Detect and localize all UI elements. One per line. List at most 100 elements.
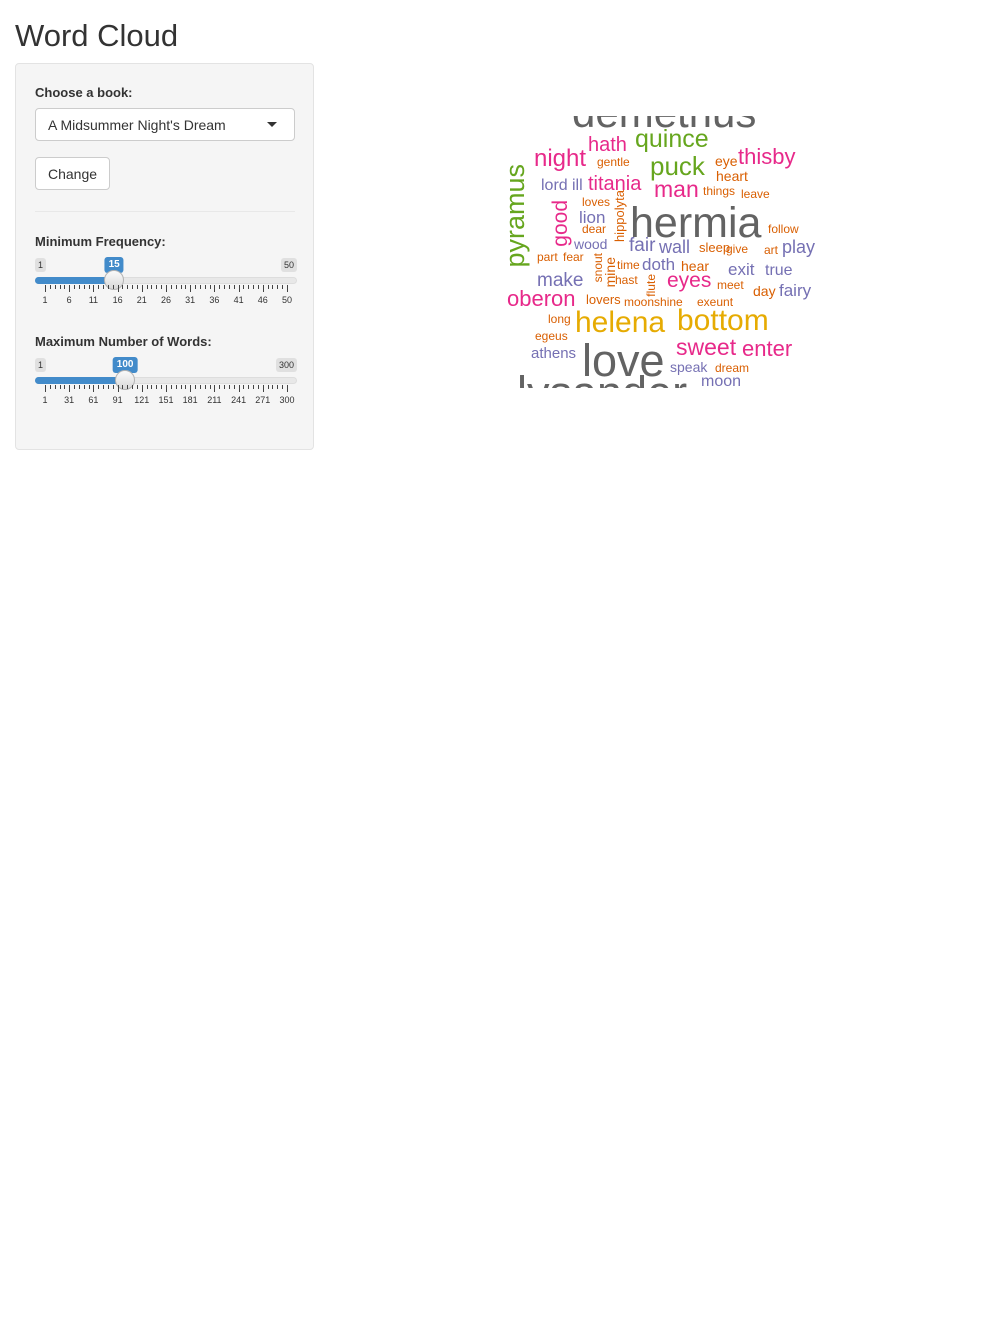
cloud-word: dear [582,222,607,236]
cloud-word: play [782,237,816,257]
slider-minor-tick [161,385,163,389]
slider-minor-tick [98,285,100,289]
cloud-word: good [549,200,572,247]
slider-tick-label: 50 [281,295,293,305]
slider-tick-label: 11 [88,295,99,305]
slider-major-tick [214,285,216,292]
slider-minor-tick [267,285,269,289]
slider-minor-tick [185,285,187,289]
cloud-word: quince [635,125,709,153]
cloud-word: fairy [779,281,812,300]
cloud-word: bottom [677,304,769,337]
slider-minor-tick [59,285,61,289]
slider-tick-label: 26 [160,295,172,305]
slider-minor-tick [49,385,51,389]
slider-minor-tick [228,285,230,289]
cloud-word: oberon [507,286,576,311]
slider-minor-tick [272,285,274,289]
slider-max-value: 300 [275,358,297,372]
slider-minor-tick [78,285,80,289]
slider-minor-tick [209,285,211,289]
cloud-word: day [753,283,776,299]
page-title: Word Cloud [15,18,179,53]
word-cloud: demetriushathquincenightgentlepuckeyethi… [500,116,830,388]
slider-minor-tick [146,385,148,389]
cloud-word: hast [615,273,638,287]
slider-minor-tick [257,285,259,289]
cloud-word: loves [582,195,611,209]
cloud-word: sweet [676,334,737,360]
slider-major-tick [287,385,288,392]
slider-minor-tick [151,385,153,389]
slider-major-tick [262,285,264,292]
slider-major-tick [141,385,143,392]
max-words-slider[interactable]: 1 300 100 1 31 61 91 121 151 181 211 241 271 300 [35,357,297,418]
slider-minor-tick [272,385,274,389]
slider-minor-tick [253,285,255,289]
slider-minor-tick [204,385,206,389]
slider-major-tick [93,385,95,392]
book-select[interactable]: A Midsummer Night's Dream [35,108,295,141]
cloud-word: pyramus [500,164,530,268]
slider-tick-label: 241 [231,395,247,405]
slider-minor-tick [74,285,76,289]
slider-min-value: 1 [35,258,47,272]
slider-minor-tick [233,385,235,389]
cloud-word: lord [541,177,568,194]
slider-minor-tick [282,285,284,289]
slider-minor-tick [151,285,153,289]
slider-minor-tick [78,385,80,389]
cloud-word: eye [715,153,738,169]
slider-major-tick [190,385,192,392]
slider-major-tick [69,285,71,292]
cloud-word: ill [572,177,583,194]
slider-max-value: 50 [280,258,297,272]
slider-tick-label: 6 [66,295,72,305]
slider-major-tick [166,285,167,292]
cloud-word: exit [728,260,755,279]
slider-minor-tick [199,285,201,289]
cloud-word: give [726,242,749,256]
chevron-down-icon [267,122,277,127]
cloud-word: man [654,176,699,202]
cloud-word: time [617,258,640,272]
slider-major-tick [262,385,264,392]
slider-fill [35,377,126,384]
slider-tick-label: 1 [42,395,48,405]
slider-minor-tick [156,285,158,289]
slider-minor-tick [195,385,197,389]
slider-major-tick [214,385,216,392]
slider-minor-tick [243,385,245,389]
slider-minor-tick [219,385,221,389]
slider-minor-tick [54,285,56,289]
slider-major-tick [93,285,95,292]
slider-major-tick [45,285,46,292]
cloud-word: lovers [586,292,621,307]
min-frequency-slider[interactable]: 1 50 15 1 6 11 16 21 26 31 36 41 46 50 [35,257,297,318]
slider-major-tick [166,385,167,392]
slider-tick-label: 31 [64,395,75,405]
slider-minor-tick [170,385,172,389]
slider-tick-label: 46 [257,295,268,305]
slider-minor-tick [219,285,221,289]
change-button[interactable]: Change [35,157,110,190]
slider-minor-tick [146,285,148,289]
slider-minor-tick [64,285,66,289]
slider-tick-label: 300 [279,395,295,405]
slider-minor-tick [98,385,100,389]
slider-minor-tick [282,385,284,389]
cloud-word: part [537,250,558,264]
slider-minor-tick [49,285,51,289]
slider-tick-label: 271 [255,395,271,405]
slider-major-tick [117,385,119,392]
cloud-word: long [548,312,571,326]
slider-minor-tick [103,285,105,289]
cloud-word: follow [768,222,799,236]
slider-minor-tick [185,385,187,389]
cloud-word: meet [717,278,744,292]
slider-minor-tick [224,385,226,389]
slider-minor-tick [195,285,197,289]
slider-minor-tick [107,385,109,389]
slider-minor-tick [248,385,250,389]
slider-minor-tick [54,385,56,389]
